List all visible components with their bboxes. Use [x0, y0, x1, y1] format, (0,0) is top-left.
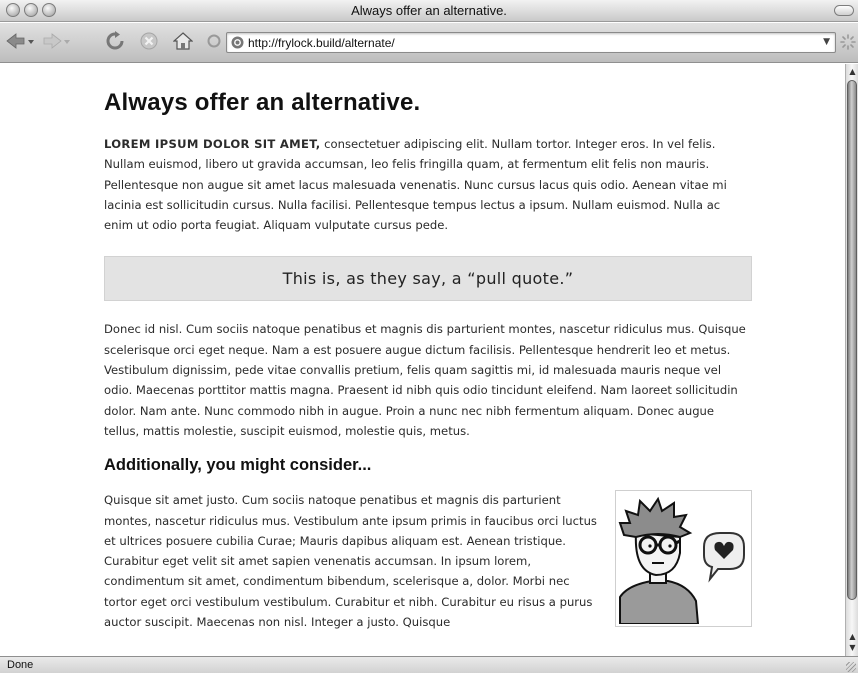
url-input[interactable]: [248, 34, 808, 51]
status-text: Done: [7, 659, 34, 671]
status-bar: Done: [0, 656, 858, 673]
sub-heading: Additionally, you might consider...: [104, 456, 372, 475]
reload-button[interactable]: [104, 30, 126, 52]
intro-paragraph: LOREM IPSUM DOLOR SIT AMET, consectetuer…: [104, 134, 752, 235]
page-content: Always offer an alternative. LOREM IPSUM…: [104, 86, 752, 633]
forward-button[interactable]: [40, 30, 72, 52]
scroll-down-arrow-icon[interactable]: ▼: [847, 642, 858, 654]
avatar-heart-illustration: [618, 497, 745, 625]
small-throbber: [206, 30, 222, 52]
page-heading: Always offer an alternative.: [104, 89, 421, 116]
back-icon: [6, 33, 34, 49]
pull-quote: This is, as they say, a “pull quote.”: [104, 256, 752, 302]
loading-icon: [207, 34, 221, 48]
avatar-figure: [615, 490, 752, 628]
window-title: Always offer an alternative.: [351, 3, 507, 18]
toolbar-toggle-button[interactable]: [834, 5, 854, 16]
vertical-scrollbar[interactable]: ▲ ▲ ▼: [845, 64, 858, 656]
page-viewport[interactable]: Always offer an alternative. LOREM IPSUM…: [0, 64, 845, 656]
back-button[interactable]: [4, 30, 36, 52]
intro-text: consectetuer adipiscing elit. Nullam tor…: [104, 137, 727, 233]
stop-icon: [140, 32, 158, 50]
throbber-icon: [840, 34, 856, 50]
scroll-thumb[interactable]: [847, 80, 857, 600]
url-dropdown-icon[interactable]: ▼: [823, 37, 830, 47]
body-paragraph-2: Donec id nisl. Cum sociis natoque penati…: [104, 322, 746, 438]
address-bar[interactable]: ▼: [226, 32, 836, 53]
forward-icon: [43, 33, 70, 49]
home-icon: [173, 32, 193, 50]
intro-lede: LOREM IPSUM DOLOR SIT AMET,: [104, 137, 321, 151]
stop-button[interactable]: [138, 30, 160, 52]
home-button[interactable]: [172, 30, 194, 52]
window-titlebar: Always offer an alternative.: [0, 0, 858, 22]
reload-icon: [106, 31, 124, 50]
browser-toolbar: ▼: [0, 23, 858, 63]
resize-grip-icon[interactable]: [846, 662, 856, 672]
scroll-up-arrow-icon[interactable]: ▲: [847, 66, 858, 78]
site-icon: [231, 36, 244, 49]
